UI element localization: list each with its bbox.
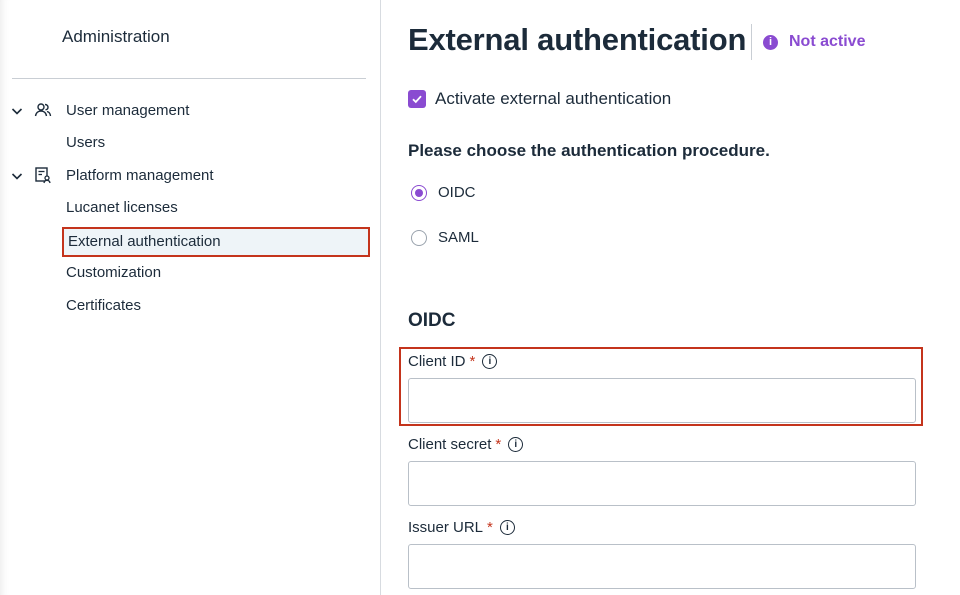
radio-saml[interactable]: SAML [411,229,479,246]
issuer-url-field: Issuer URL * i [408,517,916,589]
sidebar-title: Administration [62,27,170,46]
sidebar-item-customization[interactable]: Customization [66,262,161,284]
client-secret-input[interactable] [408,461,916,506]
issuer-url-label: Issuer URL [408,518,484,536]
radio-selected-icon[interactable] [411,184,427,201]
main-content: External authentication i Not active Act… [381,0,960,595]
sidebar-item-users[interactable]: Users [66,132,105,154]
radio-oidc[interactable]: OIDC [411,184,476,201]
activate-external-auth-checkbox[interactable]: Activate external authentication [408,89,671,109]
issuer-url-input[interactable] [408,544,916,589]
info-icon: i [763,34,778,50]
status-badge: i Not active [763,33,865,51]
required-marker: * [495,435,502,453]
client-id-label: Client ID [408,352,466,370]
client-secret-label: Client secret [408,435,492,453]
status-text: Not active [789,33,866,50]
procedure-prompt: Please choose the authentication procedu… [408,141,770,160]
sidebar-divider [12,78,366,79]
users-icon [34,103,52,117]
info-icon[interactable]: i [482,353,498,369]
sidebar: Administration User management Users Pla… [0,0,381,595]
checkbox-checked-icon[interactable] [408,90,426,108]
radio-label: OIDC [438,184,476,201]
activate-label: Activate external authentication [435,89,672,108]
sidebar-group-label: Platform management [66,167,214,184]
client-id-field: Client ID * i [408,351,916,423]
required-marker: * [469,352,476,370]
section-title-oidc: OIDC [408,310,456,331]
client-secret-field: Client secret * i [408,434,916,506]
info-icon[interactable]: i [499,519,515,535]
client-id-input[interactable] [408,378,916,423]
sidebar-item-lucanet-licenses[interactable]: Lucanet licenses [66,197,178,219]
sidebar-group-label: User management [66,102,190,119]
title-separator [751,24,752,60]
sidebar-item-certificates[interactable]: Certificates [66,295,141,317]
info-icon[interactable]: i [508,436,524,452]
platform-settings-icon [35,167,51,184]
radio-label: SAML [438,229,479,246]
sidebar-group-user-management[interactable]: User management [0,98,380,124]
page-title: External authentication [408,22,747,57]
chevron-down-icon[interactable] [9,103,25,119]
required-marker: * [487,518,493,536]
chevron-down-icon[interactable] [9,168,25,184]
sidebar-item-external-authentication[interactable]: External authentication [62,227,370,257]
radio-unselected-icon[interactable] [411,229,427,246]
sidebar-group-platform-management[interactable]: Platform management [0,163,380,189]
